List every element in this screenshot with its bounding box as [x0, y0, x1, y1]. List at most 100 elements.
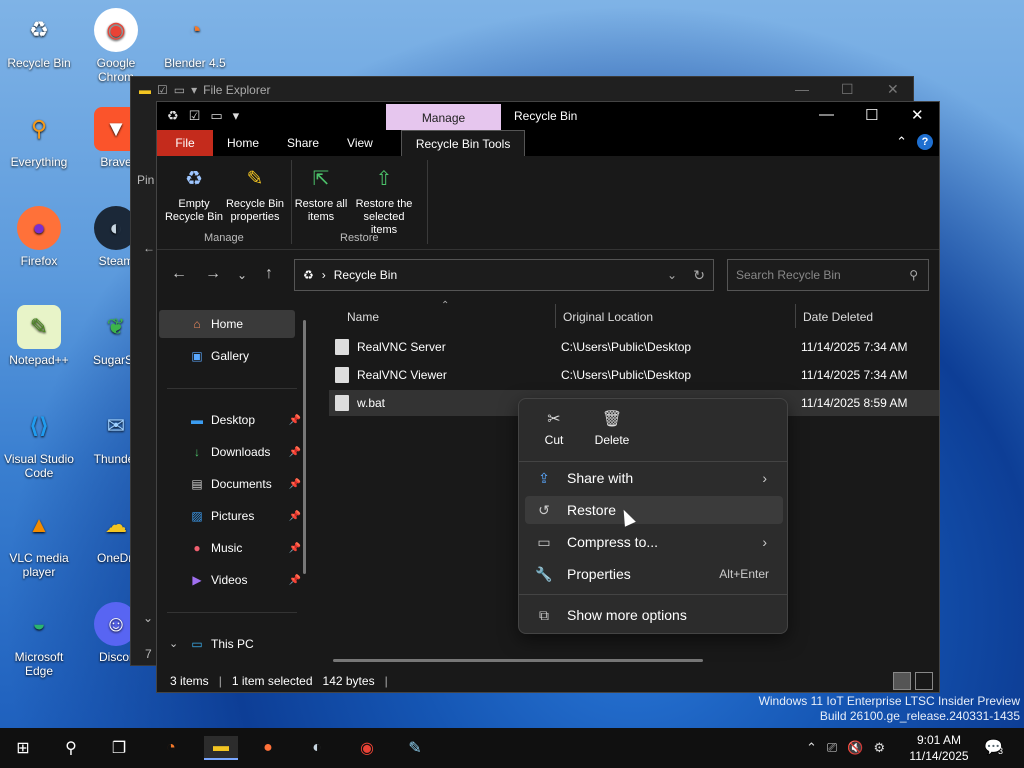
search-box[interactable]: ⚲: [727, 259, 929, 291]
clock[interactable]: 9:01 AM 11/14/2025: [908, 732, 970, 764]
table-row[interactable]: RealVNC Server C:\Users\Public\Desktop 1…: [329, 334, 939, 360]
tab-share[interactable]: Share: [273, 130, 333, 156]
table-row[interactable]: RealVNC Viewer C:\Users\Public\Desktop 1…: [329, 362, 939, 388]
search-icon[interactable]: ⚲: [909, 268, 918, 282]
nav-item-music[interactable]: ● Music 📌: [189, 541, 301, 555]
desktop-icon-blender[interactable]: ◔ Blender 4.5: [156, 8, 234, 71]
start-windows-icon[interactable]: ⊞: [10, 736, 36, 760]
desktop-icon-vscode[interactable]: ⟨⟩ Visual Studio Code: [0, 404, 78, 481]
column-divider[interactable]: [795, 304, 796, 328]
address-dropdown-icon[interactable]: ⌄: [667, 268, 677, 282]
background-count-text: 7: [145, 647, 152, 661]
task-view-icon[interactable]: ❐: [106, 736, 132, 760]
close-icon[interactable]: ✕: [911, 106, 924, 124]
gallery-icon: ▣: [191, 349, 203, 363]
back-arrow-icon[interactable]: ←: [143, 241, 155, 255]
maximize-icon[interactable]: ☐: [841, 81, 854, 98]
menu-item-show-more-options[interactable]: ⧉ Show more options: [525, 601, 783, 629]
search-input[interactable]: [736, 268, 896, 282]
column-header-date-deleted[interactable]: Date Deleted: [803, 310, 873, 324]
notepad-icon[interactable]: ✎: [402, 736, 428, 760]
window-title: Recycle Bin: [514, 109, 578, 123]
minimize-icon[interactable]: —: [819, 106, 834, 123]
chrome-icon: ◉: [94, 8, 138, 52]
collapse-ribbon-icon[interactable]: ⌃: [896, 134, 907, 150]
firefox-icon[interactable]: ●: [255, 736, 281, 760]
steam-icon[interactable]: ◐: [304, 736, 330, 760]
chrome-icon[interactable]: ◉: [354, 736, 380, 760]
desktop-icon-chrome[interactable]: ◉ Google Chrom: [77, 8, 155, 84]
properties-qat-icon[interactable]: ☑: [189, 108, 201, 124]
column-header-name[interactable]: Name: [347, 310, 379, 324]
restore-all-items-button[interactable]: ⇱ Restore all items: [290, 164, 352, 224]
menu-item-compress-to[interactable]: ▭ Compress to... ›: [525, 528, 783, 556]
pin-icon[interactable]: 📌: [289, 479, 301, 490]
breadcrumb[interactable]: Recycle Bin: [334, 268, 397, 282]
minimize-icon[interactable]: —: [795, 81, 809, 97]
nav-scrollbar[interactable]: [303, 320, 306, 574]
column-header-original-location[interactable]: Original Location: [563, 310, 653, 324]
new-folder-qat-icon[interactable]: ▭: [210, 108, 222, 124]
desktop-icon-edge[interactable]: ◒ Microsoft Edge: [0, 602, 78, 679]
menu-item-restore[interactable]: ↺ Restore: [525, 496, 783, 524]
empty-recycle-bin-button[interactable]: ♻ Empty Recycle Bin: [163, 164, 225, 224]
recycle-bin-small-icon: ♻: [167, 108, 179, 123]
nav-item-gallery[interactable]: ▣ Gallery: [189, 349, 301, 363]
windows-watermark: Windows 11 IoT Enterprise LTSC Insider P…: [758, 694, 1020, 723]
blender-icon[interactable]: ◔: [158, 736, 184, 760]
recycle-bin-properties-button[interactable]: ✎ Recycle Bin properties: [224, 164, 286, 224]
up-arrow-icon[interactable]: ↑: [265, 265, 273, 283]
desktop-icon-vlc[interactable]: ▲ VLC media player: [0, 503, 78, 580]
refresh-icon[interactable]: ↻: [693, 267, 705, 284]
desktop-icon-recycle-bin[interactable]: ♻ Recycle Bin: [0, 8, 78, 71]
address-bar[interactable]: ♻ › Recycle Bin ⌄ ↻: [294, 259, 714, 291]
pin-icon[interactable]: 📌: [289, 543, 301, 554]
file-explorer-icon[interactable]: ▬: [204, 736, 238, 760]
desktop-icon-notepadpp[interactable]: ✎ Notepad++: [0, 305, 78, 367]
volume-muted-icon[interactable]: 🔇: [847, 740, 863, 756]
pin-icon[interactable]: 📌: [289, 415, 301, 426]
network-icon[interactable]: ⎚: [827, 740, 837, 756]
recent-locations-icon[interactable]: ⌄: [237, 268, 247, 282]
large-icons-view-icon[interactable]: [915, 672, 933, 690]
restore-selected-items-button[interactable]: ⇧ Restore the selected items: [352, 164, 416, 237]
nav-item-videos[interactable]: ▶ Videos 📌: [189, 573, 301, 587]
tab-home[interactable]: Home: [213, 130, 273, 156]
pin-icon[interactable]: 📌: [289, 575, 301, 586]
firefox-icon: ●: [17, 206, 61, 250]
nav-item-home[interactable]: ⌂ Home: [189, 317, 301, 331]
tab-file[interactable]: File: [157, 130, 213, 156]
expand-chevron-icon[interactable]: ⌄: [169, 637, 178, 650]
cut-button[interactable]: ✂ Cut: [527, 409, 581, 447]
menu-item-share-with[interactable]: ⇪ Share with ›: [525, 464, 783, 492]
nav-item-downloads[interactable]: ↓ Downloads 📌: [189, 445, 301, 459]
column-divider[interactable]: [555, 304, 556, 328]
pin-icon[interactable]: 📌: [289, 447, 301, 458]
forward-arrow-icon[interactable]: →: [205, 265, 221, 283]
horizontal-scrollbar[interactable]: [333, 659, 703, 662]
menu-item-properties[interactable]: 🔧 Properties Alt+Enter: [525, 560, 783, 588]
maximize-icon[interactable]: ☐: [865, 106, 878, 124]
manage-contextual-tab[interactable]: Manage: [386, 104, 501, 132]
desktop-icon-firefox[interactable]: ● Firefox: [0, 206, 78, 268]
help-icon[interactable]: ?: [917, 134, 933, 150]
nav-item-pictures[interactable]: ▨ Pictures 📌: [189, 509, 301, 523]
nav-item-desktop[interactable]: ▬ Desktop 📌: [189, 413, 301, 427]
chevron-down-icon[interactable]: ⌄: [143, 611, 153, 625]
tab-view[interactable]: View: [333, 130, 387, 156]
close-icon[interactable]: ✕: [887, 81, 899, 98]
breadcrumb-chevron-icon: ›: [321, 268, 326, 282]
nav-item-this-pc[interactable]: ▭ This PC: [189, 637, 301, 651]
desktop-icon-everything[interactable]: ⚲ Everything: [0, 107, 78, 170]
chevron-up-icon[interactable]: ⌃: [806, 740, 817, 756]
back-arrow-icon[interactable]: ←: [171, 265, 187, 283]
nav-item-documents[interactable]: ▤ Documents 📌: [189, 477, 301, 491]
customize-qat-icon[interactable]: ▾: [233, 108, 240, 124]
tab-recycle-bin-tools[interactable]: Recycle Bin Tools: [400, 130, 526, 156]
delete-button[interactable]: 🗑 Delete: [585, 409, 639, 447]
pictures-icon: ▨: [191, 509, 203, 523]
search-icon[interactable]: ⚲: [58, 736, 84, 760]
details-view-icon[interactable]: [893, 672, 911, 690]
gear-icon[interactable]: ⚙: [874, 740, 886, 756]
pin-icon[interactable]: 📌: [289, 511, 301, 522]
